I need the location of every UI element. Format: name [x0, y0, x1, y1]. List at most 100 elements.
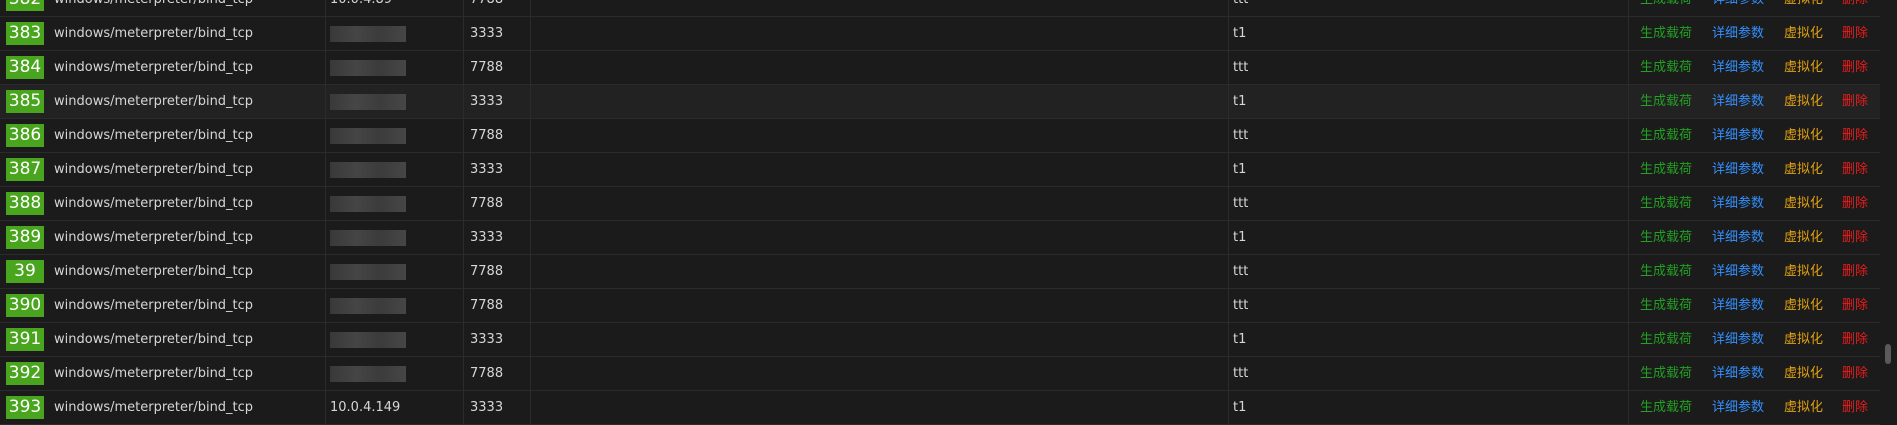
delete-link[interactable]: 删除	[1842, 289, 1868, 322]
table-row[interactable]: 389 windows/meterpreter/bind_tcp 3333 t1…	[0, 221, 1880, 255]
module-cell: windows/meterpreter/bind_tcp	[54, 162, 254, 177]
table-row[interactable]: 388 windows/meterpreter/bind_tcp 7788 tt…	[0, 187, 1880, 221]
generate-payload-link[interactable]: 生成载荷	[1640, 17, 1692, 50]
column-divider	[1228, 153, 1229, 186]
table-row[interactable]: 387 windows/meterpreter/bind_tcp 3333 t1…	[0, 153, 1880, 187]
details-link[interactable]: 详细参数	[1712, 289, 1764, 322]
table-row[interactable]: 393 windows/meterpreter/bind_tcp 10.0.4.…	[0, 391, 1880, 425]
port-cell: 7788	[470, 298, 504, 313]
virtualize-link[interactable]: 虚拟化	[1784, 153, 1823, 186]
virtualize-link[interactable]: 虚拟化	[1784, 187, 1823, 220]
ip-cell: 10.0.4.149	[330, 391, 410, 424]
column-divider	[1628, 289, 1629, 322]
delete-link[interactable]: 删除	[1842, 153, 1868, 186]
table-row[interactable]: 390 windows/meterpreter/bind_tcp 7788 tt…	[0, 289, 1880, 323]
note-cell: ttt	[1233, 60, 1249, 75]
table-row[interactable]: 385 windows/meterpreter/bind_tcp 3333 t1…	[0, 85, 1880, 119]
generate-payload-link[interactable]: 生成载荷	[1640, 0, 1692, 16]
delete-link[interactable]: 删除	[1842, 119, 1868, 152]
table-row[interactable]: 384 windows/meterpreter/bind_tcp 7788 tt…	[0, 51, 1880, 85]
vertical-scrollbar[interactable]	[1880, 0, 1897, 405]
port-cell: 3333	[470, 162, 504, 177]
details-link[interactable]: 详细参数	[1712, 255, 1764, 288]
delete-link[interactable]: 删除	[1842, 391, 1868, 424]
virtualize-link[interactable]: 虚拟化	[1784, 289, 1823, 322]
details-link[interactable]: 详细参数	[1712, 17, 1764, 50]
delete-link[interactable]: 删除	[1842, 0, 1868, 16]
virtualize-link[interactable]: 虚拟化	[1784, 391, 1823, 424]
note-cell: t1	[1233, 400, 1247, 415]
virtualize-link[interactable]: 虚拟化	[1784, 0, 1823, 16]
delete-link[interactable]: 删除	[1842, 323, 1868, 356]
virtualize-link[interactable]: 虚拟化	[1784, 17, 1823, 50]
column-divider	[1628, 221, 1629, 254]
generate-payload-link[interactable]: 生成载荷	[1640, 357, 1692, 390]
virtualize-link[interactable]: 虚拟化	[1784, 255, 1823, 288]
table-row[interactable]: 382 windows/meterpreter/bind_tcp 10.0.4.…	[0, 0, 1880, 17]
delete-link[interactable]: 删除	[1842, 51, 1868, 84]
redacted-ip-mask	[330, 161, 406, 178]
id-badge: 391	[6, 328, 44, 351]
delete-link[interactable]: 删除	[1842, 17, 1868, 50]
details-link[interactable]: 详细参数	[1712, 357, 1764, 390]
table-row[interactable]: 391 windows/meterpreter/bind_tcp 3333 t1…	[0, 323, 1880, 357]
port-cell: 7788	[470, 0, 503, 16]
note-cell: ttt	[1233, 0, 1248, 16]
details-link[interactable]: 详细参数	[1712, 153, 1764, 186]
details-link[interactable]: 详细参数	[1712, 323, 1764, 356]
table-row[interactable]: 392 windows/meterpreter/bind_tcp 7788 tt…	[0, 357, 1880, 391]
ip-cell	[330, 85, 410, 118]
port-cell: 7788	[470, 60, 504, 75]
generate-payload-link[interactable]: 生成载荷	[1640, 391, 1692, 424]
port-cell: 3333	[470, 26, 504, 41]
module-cell: windows/meterpreter/bind_tcp	[54, 264, 254, 279]
table-row[interactable]: 383 windows/meterpreter/bind_tcp 3333 t1…	[0, 17, 1880, 51]
details-link[interactable]: 详细参数	[1712, 0, 1764, 16]
virtualize-link[interactable]: 虚拟化	[1784, 357, 1823, 390]
generate-payload-link[interactable]: 生成载荷	[1640, 289, 1692, 322]
generate-payload-link[interactable]: 生成载荷	[1640, 119, 1692, 152]
table-row[interactable]: 386 windows/meterpreter/bind_tcp 7788 tt…	[0, 119, 1880, 153]
delete-link[interactable]: 删除	[1842, 221, 1868, 254]
generate-payload-link[interactable]: 生成载荷	[1640, 85, 1692, 118]
column-divider	[325, 255, 326, 288]
details-link[interactable]: 详细参数	[1712, 187, 1764, 220]
delete-link[interactable]: 删除	[1842, 357, 1868, 390]
generate-payload-link[interactable]: 生成载荷	[1640, 187, 1692, 220]
virtualize-link[interactable]: 虚拟化	[1784, 85, 1823, 118]
generate-payload-link[interactable]: 生成载荷	[1640, 255, 1692, 288]
generate-payload-link[interactable]: 生成载荷	[1640, 153, 1692, 186]
virtualize-link[interactable]: 虚拟化	[1784, 221, 1823, 254]
column-divider	[530, 153, 531, 186]
details-link[interactable]: 详细参数	[1712, 391, 1764, 424]
id-badge: 382	[6, 0, 44, 11]
column-divider	[325, 187, 326, 220]
generate-payload-link[interactable]: 生成载荷	[1640, 221, 1692, 254]
column-divider	[463, 0, 464, 16]
port-cell: 3333	[470, 332, 504, 347]
details-link[interactable]: 详细参数	[1712, 119, 1764, 152]
virtualize-link[interactable]: 虚拟化	[1784, 119, 1823, 152]
delete-link[interactable]: 删除	[1842, 85, 1868, 118]
column-divider	[530, 0, 531, 16]
details-link[interactable]: 详细参数	[1712, 221, 1764, 254]
details-link[interactable]: 详细参数	[1712, 85, 1764, 118]
ip-cell	[330, 323, 410, 356]
virtualize-link[interactable]: 虚拟化	[1784, 51, 1823, 84]
column-divider	[1228, 391, 1229, 424]
column-divider	[1628, 17, 1629, 50]
column-divider	[530, 357, 531, 390]
module-cell: windows/meterpreter/bind_tcp	[54, 196, 254, 211]
delete-link[interactable]: 删除	[1842, 255, 1868, 288]
generate-payload-link[interactable]: 生成载荷	[1640, 323, 1692, 356]
port-cell: 7788	[470, 264, 504, 279]
note-cell: ttt	[1233, 298, 1249, 313]
table-row[interactable]: 39 windows/meterpreter/bind_tcp 7788 ttt…	[0, 255, 1880, 289]
details-link[interactable]: 详细参数	[1712, 51, 1764, 84]
column-divider	[325, 0, 326, 16]
virtualize-link[interactable]: 虚拟化	[1784, 323, 1823, 356]
note-cell: ttt	[1233, 196, 1249, 211]
delete-link[interactable]: 删除	[1842, 187, 1868, 220]
scrollbar-thumb[interactable]	[1885, 344, 1891, 364]
generate-payload-link[interactable]: 生成载荷	[1640, 51, 1692, 84]
